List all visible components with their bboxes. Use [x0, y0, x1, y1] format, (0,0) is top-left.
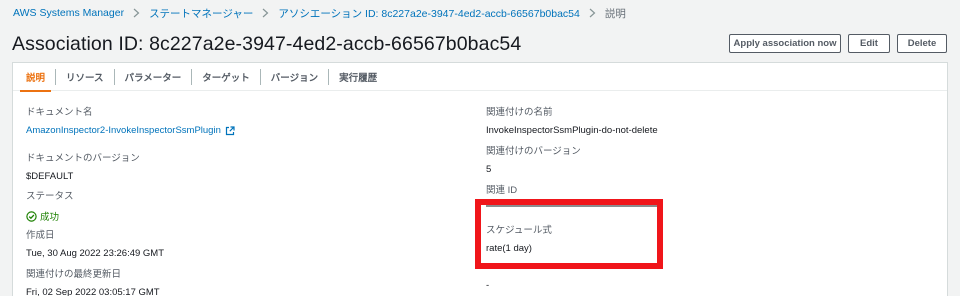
delete-button[interactable]: Delete — [897, 34, 947, 53]
association-id-label: 関連 ID — [486, 185, 518, 196]
association-version-field: 関連付けのバージョン 5 — [486, 143, 581, 175]
breadcrumb-current: 説明 — [604, 7, 626, 20]
edit-button[interactable]: Edit — [848, 34, 890, 53]
breadcrumb-state-manager[interactable]: ステートマネージャー — [149, 6, 253, 21]
chevron-right-icon — [589, 8, 596, 18]
highlight-box — [475, 199, 663, 269]
last-updated-label: 関連付けの最終更新日 — [26, 269, 122, 280]
status-label: ステータス — [26, 191, 74, 202]
page-title: Association ID: 8c227a2e-3947-4ed2-accb-… — [12, 33, 522, 55]
status-badge: 成功 — [26, 209, 59, 223]
chevron-right-icon — [262, 8, 269, 18]
tab-bar: 説明 リソース パラメーター ターゲット バージョン 実行履歴 — [13, 63, 947, 92]
apply-association-now-button[interactable]: Apply association now — [729, 34, 841, 53]
breadcrumb-systems-manager[interactable]: AWS Systems Manager — [13, 7, 124, 19]
association-version-value: 5 — [486, 164, 492, 175]
created-date-value: Tue, 30 Aug 2022 23:26:49 GMT — [26, 248, 165, 259]
association-id-field: 関連 ID — [486, 182, 517, 196]
status-value: 成功 — [40, 212, 60, 223]
document-name-label: ドキュメント名 — [26, 107, 93, 118]
tab-versions[interactable]: バージョン — [259, 68, 328, 85]
association-name-field: 関連付けの名前 InvokeInspectorSsmPlugin-do-not-… — [486, 104, 658, 136]
breadcrumb-association-id[interactable]: アソシエーション ID: 8c227a2e-3947-4ed2-accb-665… — [278, 6, 580, 21]
bottom-right-field: - — [486, 273, 489, 291]
association-name-label: 関連付けの名前 — [486, 107, 553, 118]
external-link-icon[interactable] — [225, 125, 235, 136]
document-version-value: $DEFAULT — [26, 171, 74, 182]
document-version-field: ドキュメントのバージョン $DEFAULT — [26, 150, 140, 182]
created-date-field: 作成日 Tue, 30 Aug 2022 23:26:49 GMT — [26, 227, 164, 259]
check-circle-icon — [26, 210, 37, 222]
document-name-field: ドキュメント名 AmazonInspector2-InvokeInspector… — [26, 104, 235, 136]
document-name-link[interactable]: AmazonInspector2-InvokeInspectorSsmPlugi… — [26, 125, 221, 136]
tab-parameters[interactable]: パラメーター — [113, 68, 192, 85]
tab-resources[interactable]: リソース — [55, 68, 114, 85]
header-actions: Apply association now Edit Delete — [729, 34, 947, 53]
last-updated-value: Fri, 02 Sep 2022 03:05:17 GMT — [26, 287, 160, 296]
document-version-label: ドキュメントのバージョン — [26, 153, 140, 164]
status-field: ステータス 成功 — [26, 188, 74, 223]
chevron-right-icon — [133, 8, 140, 18]
association-name-value: InvokeInspectorSsmPlugin-do-not-delete — [486, 125, 658, 136]
created-date-label: 作成日 — [26, 230, 55, 241]
tab-description[interactable]: 説明 — [16, 69, 55, 92]
last-updated-field: 関連付けの最終更新日 Fri, 02 Sep 2022 03:05:17 GMT — [26, 266, 160, 296]
bottom-right-value: - — [486, 280, 490, 291]
tab-targets[interactable]: ターゲット — [191, 68, 260, 85]
association-version-label: 関連付けのバージョン — [486, 146, 581, 157]
breadcrumb: AWS Systems Manager ステートマネージャー アソシエーション … — [13, 6, 626, 20]
tab-execution-history[interactable]: 実行履歴 — [328, 68, 387, 85]
